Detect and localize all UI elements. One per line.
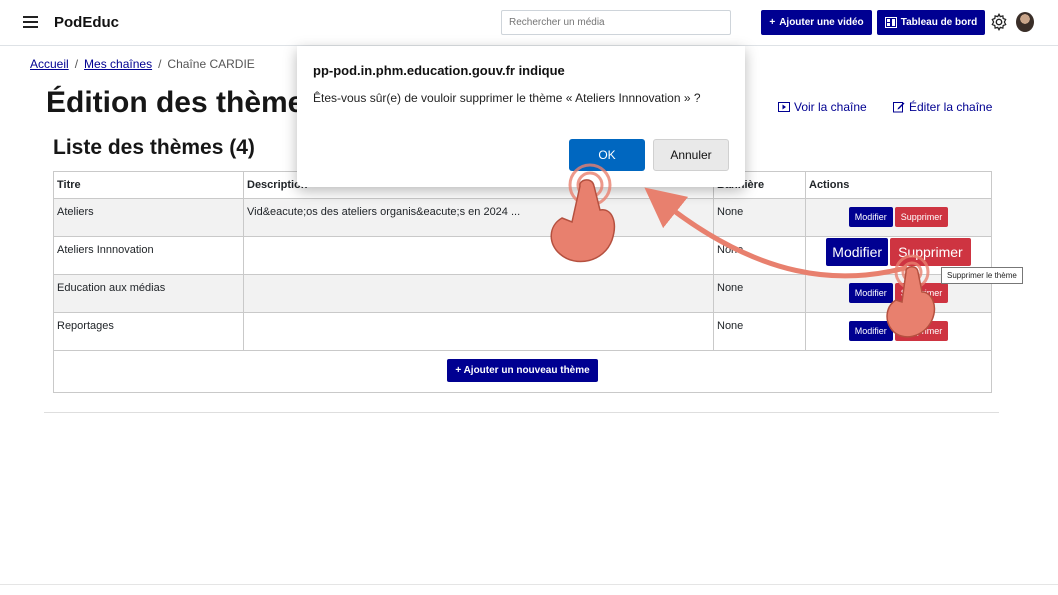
delete-button[interactable]: Supprimer [894,207,949,227]
add-video-label: Ajouter une vidéo [779,17,864,28]
theme-banner: None [713,312,806,351]
plus-icon: + [455,365,464,376]
breadcrumb-separator: / [74,57,79,71]
dialog-cancel-button[interactable]: Annuler [653,139,729,171]
dialog-title: pp-pod.in.phm.education.gouv.fr indique [313,63,565,78]
theme-banner: None [713,198,806,237]
dashboard-icon [884,17,897,28]
table-row: Reportages None Modifier Supprimer [53,312,992,351]
breadcrumb-separator: / [158,57,162,71]
edit-icon [893,102,905,113]
theme-title: Education aux médias [53,274,244,313]
breadcrumb-channels[interactable]: Mes chaînes [84,57,152,71]
delete-button[interactable]: Supprimer [894,321,949,341]
theme-title: Reportages [53,312,244,351]
top-bar: PodEduc + Ajouter une vidéo Tableau de b… [0,0,1058,46]
menu-icon[interactable] [23,16,38,29]
theme-description: Vid&eacute;os des ateliers organis&eacut… [243,198,714,237]
video-icon [778,102,790,112]
theme-actions: Modifier Supprimer [805,198,992,237]
divider [44,412,999,413]
dialog-message: Êtes-vous sûr(e) de vouloir supprimer le… [313,91,701,105]
dashboard-button[interactable]: Tableau de bord [877,10,985,35]
modify-button[interactable]: Modifier [848,283,893,303]
theme-banner: None [713,274,806,313]
theme-description [243,312,714,351]
dialog-ok-button[interactable]: OK [569,139,645,171]
table-footer-row: + Ajouter un nouveau thème [53,350,992,393]
add-video-button[interactable]: + Ajouter une vidéo [761,10,872,35]
theme-description [243,274,714,313]
delete-tooltip: Supprimer le thème [941,267,1023,284]
modify-button[interactable]: Modifier [848,321,893,341]
add-theme-button[interactable]: + Ajouter un nouveau thème [447,359,598,382]
view-channel-link[interactable]: Voir la chaîne [778,100,867,114]
add-theme-cell: + Ajouter un nouveau thème [53,350,992,393]
table-row: Education aux médias None Modifier Suppri… [53,274,992,313]
avatar[interactable] [1016,12,1034,32]
add-theme-label: Ajouter un nouveau thème [463,365,590,376]
view-channel-label: Voir la chaîne [794,100,867,114]
theme-banner: None [713,236,806,275]
footer-divider [0,584,1058,585]
column-header-actions: Actions [805,171,992,199]
column-header-title: Titre [53,171,244,199]
themes-list-title: Liste des thèmes (4) [53,136,255,159]
edit-channel-label: Éditer la chaîne [909,100,993,114]
table-row: Ateliers Vid&eacute;os des ateliers orga… [53,198,992,237]
brand-logo[interactable]: PodEduc [54,14,119,31]
confirm-dialog: pp-pod.in.phm.education.gouv.fr indique … [297,46,745,187]
delete-button[interactable]: Supprimer [894,283,949,303]
modify-button[interactable]: Modifier [848,207,893,227]
theme-description [243,236,714,275]
delete-button[interactable]: Supprimer [890,238,971,266]
themes-table: Titre Description Bannière Actions Ateli… [53,171,992,393]
search-input[interactable] [501,10,731,35]
breadcrumb: Accueil / Mes chaînes / Chaîne CARDIE [30,57,255,71]
plus-icon: + [769,17,776,28]
theme-title: Ateliers Innnovation [53,236,244,275]
page-title: Édition des thèmes [46,86,322,119]
breadcrumb-home[interactable]: Accueil [30,57,69,71]
gear-icon[interactable] [990,13,1008,31]
theme-title: Ateliers [53,198,244,237]
table-row: Ateliers Innnovation None Modifier Suppri… [53,236,992,275]
modify-button[interactable]: Modifier [826,238,889,266]
theme-actions: Modifier Supprimer [805,312,992,351]
dashboard-label: Tableau de bord [900,17,978,28]
breadcrumb-current: Chaîne CARDIE [167,57,255,71]
edit-channel-link[interactable]: Éditer la chaîne [893,100,992,114]
